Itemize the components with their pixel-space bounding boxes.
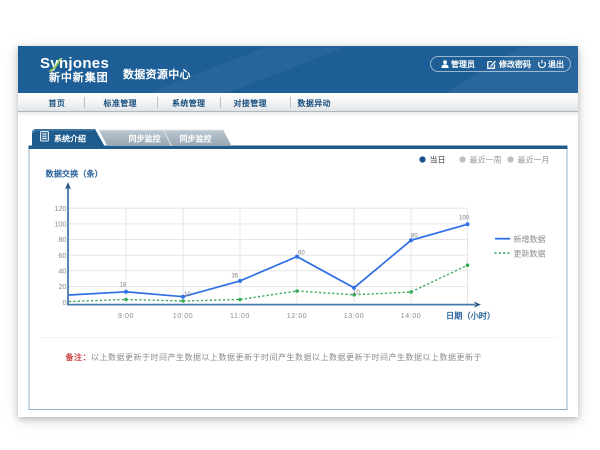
svg-text:9:00: 9:00 [118, 313, 134, 320]
svg-text:当日: 当日 [430, 155, 446, 165]
svg-text:新增数据: 新增数据 [514, 234, 546, 244]
svg-text:数据交换（条）: 数据交换（条） [46, 169, 103, 179]
svg-text:10: 10 [353, 290, 360, 296]
svg-text:日期（小时）: 日期（小时） [446, 311, 495, 321]
svg-text:12:00: 12:00 [287, 313, 308, 320]
svg-text:80: 80 [58, 235, 66, 244]
svg-text:20: 20 [58, 282, 66, 291]
svg-text:35: 35 [232, 274, 239, 280]
svg-text:100: 100 [54, 220, 66, 229]
svg-text:100: 100 [459, 216, 470, 222]
svg-text:60: 60 [298, 251, 305, 257]
svg-text:60: 60 [58, 251, 66, 260]
svg-text:40: 40 [58, 266, 66, 275]
svg-text:120: 120 [54, 204, 66, 213]
svg-text:10:00: 10:00 [173, 313, 194, 320]
svg-text:14:00: 14:00 [401, 313, 422, 320]
svg-text:更新数据: 更新数据 [514, 248, 546, 258]
svg-text:0: 0 [62, 298, 66, 307]
svg-text:最近一月: 最近一月 [518, 155, 550, 165]
svg-text:同步监控: 同步监控 [180, 133, 212, 143]
svg-text:最近一周: 最近一周 [470, 155, 502, 165]
svg-text:18: 18 [120, 283, 127, 289]
svg-text:80: 80 [411, 234, 418, 240]
svg-text:10: 10 [184, 292, 191, 298]
svg-text:13:00: 13:00 [344, 313, 365, 320]
svg-text:系统介绍: 系统介绍 [54, 133, 86, 143]
svg-text:11:00: 11:00 [230, 313, 250, 320]
svg-text:同步监控: 同步监控 [129, 133, 161, 143]
